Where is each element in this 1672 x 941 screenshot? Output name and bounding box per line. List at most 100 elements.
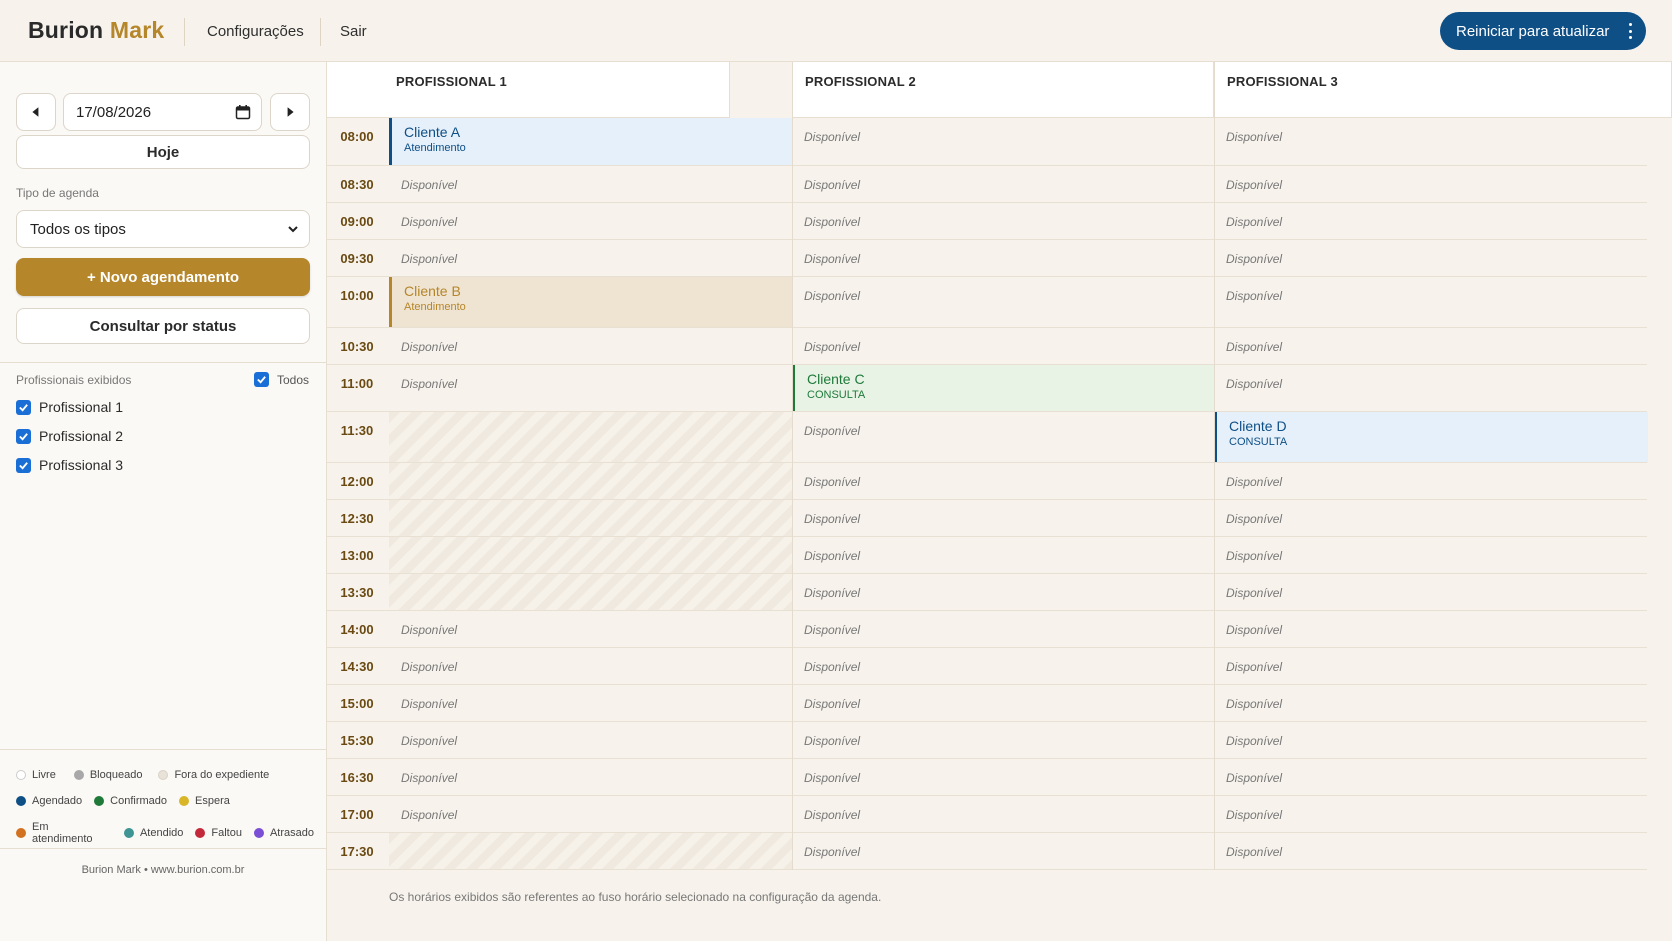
off-hours-slot (389, 833, 792, 870)
appointment-client: Cliente A (404, 124, 461, 140)
legend-dot (253, 828, 264, 838)
time-label: 15:30 (340, 733, 374, 748)
legend-dot (16, 828, 26, 838)
available-slot[interactable]: Disponível (1214, 611, 1648, 648)
available-slot[interactable]: Disponível (389, 166, 792, 203)
available-slot[interactable]: Disponível (389, 722, 792, 759)
available-slot[interactable]: Disponível (1214, 833, 1648, 870)
checkbox-checked-icon[interactable] (16, 399, 31, 415)
available-slot[interactable]: Disponível (792, 537, 1214, 574)
available-slot[interactable]: Disponível (389, 365, 792, 412)
chevron-right-icon (287, 107, 294, 117)
available-slot[interactable]: Disponível (1214, 537, 1648, 574)
available-slot[interactable]: Disponível (792, 240, 1214, 277)
available-slot[interactable]: Disponível (1214, 328, 1648, 365)
nav-logout-link[interactable]: Sair (340, 23, 367, 40)
checkbox-checked-icon[interactable] (16, 428, 31, 444)
prev-day-button[interactable] (16, 93, 56, 131)
available-slot[interactable]: Disponível (792, 722, 1214, 759)
available-slot[interactable]: Disponível (389, 759, 792, 796)
available-slot[interactable]: Disponível (1214, 685, 1648, 722)
appointment-card[interactable]: Cliente C CONSULTA (792, 365, 1214, 412)
available-slot[interactable]: Disponível (792, 118, 1214, 166)
appointment-card[interactable]: Cliente B Atendimento (389, 277, 792, 328)
available-slot[interactable]: Disponível (792, 648, 1214, 685)
available-slot[interactable]: Disponível (389, 203, 792, 240)
available-slot[interactable]: Disponível (792, 500, 1214, 537)
select-all-professionals[interactable]: Todos (254, 372, 309, 387)
time-label: 15:00 (340, 696, 374, 711)
legend-dot (179, 796, 190, 806)
available-slot[interactable]: Disponível (792, 203, 1214, 240)
time-label: 16:30 (340, 770, 374, 785)
available-slot[interactable]: Disponível (1214, 365, 1648, 412)
chevron-down-icon (288, 226, 298, 233)
appointment-type: CONSULTA (807, 389, 866, 401)
available-slot[interactable]: Disponível (1214, 203, 1648, 240)
appointment-type: Atendimento (404, 142, 466, 154)
available-slot[interactable]: Disponível (792, 463, 1214, 500)
available-slot[interactable]: Disponível (1214, 463, 1648, 500)
available-slot[interactable]: Disponível (389, 611, 792, 648)
available-slot[interactable]: Disponível (792, 685, 1214, 722)
date-input[interactable]: 17/08/2026 (63, 93, 262, 131)
appointment-card[interactable]: Cliente A Atendimento (389, 118, 792, 166)
status-query-button[interactable]: Consultar por status (16, 308, 310, 344)
available-slot[interactable]: Disponível (1214, 166, 1648, 203)
available-slot[interactable]: Disponível (1214, 240, 1648, 277)
available-slot[interactable]: Disponível (792, 796, 1214, 833)
available-slot[interactable]: Disponível (792, 611, 1214, 648)
professional-filter-2[interactable]: Profissional 2 (16, 428, 123, 444)
time-label: 10:30 (340, 339, 374, 354)
available-slot[interactable]: Disponível (792, 759, 1214, 796)
agenda-type-select[interactable]: Todos os tipos (16, 210, 310, 248)
available-slot[interactable]: Disponível (1214, 277, 1648, 328)
divider (0, 362, 326, 363)
available-slot[interactable]: Disponível (1214, 796, 1648, 833)
new-appointment-button[interactable]: + Novo agendamento (16, 258, 310, 296)
available-slot[interactable]: Disponível (792, 328, 1214, 365)
checkbox-checked-icon[interactable] (16, 457, 31, 473)
available-slot[interactable]: Disponível (792, 412, 1214, 463)
professional-filter-1[interactable]: Profissional 1 (16, 399, 123, 415)
calendar-icon[interactable] (235, 104, 251, 120)
off-hours-slot (389, 463, 792, 500)
available-slot[interactable]: Disponível (389, 648, 792, 685)
time-label: 09:00 (340, 214, 374, 229)
row-divider (327, 869, 1647, 870)
divider (184, 18, 185, 46)
nav-settings-link[interactable]: Configurações (207, 23, 304, 40)
available-slot[interactable]: Disponível (389, 240, 792, 277)
today-button[interactable]: Hoje (16, 135, 310, 169)
available-slot[interactable]: Disponível (792, 574, 1214, 611)
checkbox-checked-icon[interactable] (254, 372, 269, 387)
available-slot[interactable]: Disponível (792, 833, 1214, 870)
more-options-icon[interactable] (1628, 23, 1632, 39)
available-slot[interactable]: Disponível (1214, 500, 1648, 537)
available-slot[interactable]: Disponível (1214, 574, 1648, 611)
time-label: 17:00 (340, 807, 374, 822)
available-slot[interactable]: Disponível (792, 166, 1214, 203)
available-slot[interactable]: Disponível (1214, 648, 1648, 685)
legend-row-1: Livre Bloqueado Fora do expediente (16, 769, 281, 781)
sidebar: 17/08/2026 Hoje Tipo de agenda Todos os … (0, 62, 327, 941)
available-slot[interactable]: Disponível (389, 328, 792, 365)
available-slot[interactable]: Disponível (389, 685, 792, 722)
column-divider (792, 62, 793, 870)
appointment-card[interactable]: Cliente D CONSULTA (1214, 412, 1648, 463)
sidebar-footer: Burion Mark • www.burion.com.br (81, 864, 245, 876)
available-slot[interactable]: Disponível (389, 796, 792, 833)
date-value: 17/08/2026 (76, 104, 152, 121)
divider (0, 848, 326, 849)
divider (320, 18, 321, 46)
restart-to-update-label: Reiniciar para atualizar (1456, 22, 1610, 40)
available-slot[interactable]: Disponível (792, 277, 1214, 328)
legend-dot (16, 770, 26, 780)
time-label: 12:00 (340, 474, 374, 489)
available-slot[interactable]: Disponível (1214, 118, 1648, 166)
restart-to-update-button[interactable]: Reiniciar para atualizar (1440, 12, 1646, 50)
available-slot[interactable]: Disponível (1214, 722, 1648, 759)
professional-filter-3[interactable]: Profissional 3 (16, 457, 123, 473)
available-slot[interactable]: Disponível (1214, 759, 1648, 796)
next-day-button[interactable] (270, 93, 310, 131)
